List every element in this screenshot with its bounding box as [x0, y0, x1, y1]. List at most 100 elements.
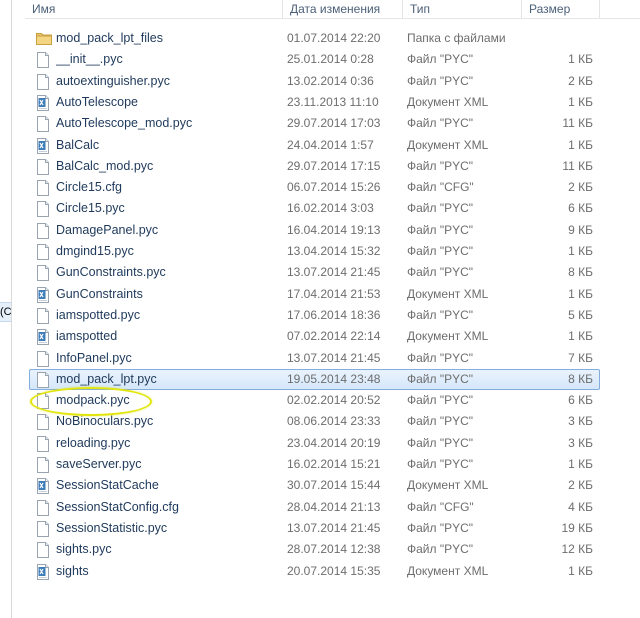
- file-name: GunConstraints.pyc: [56, 265, 166, 280]
- file-date-modified: 16.02.2014 3:03: [287, 201, 374, 216]
- file-icon: [36, 265, 50, 282]
- file-type: Документ XML: [407, 286, 489, 301]
- file-row[interactable]: DamagePanel.pyc 16.04.2014 19:13 Файл "PYC…: [29, 220, 600, 241]
- file-icon: [36, 499, 50, 516]
- file-name: mod_pack_lpt_files: [56, 31, 164, 45]
- file-row[interactable]: __init__.pyc 25.01.2014 0:28 Файл "PYC" 1 К…: [29, 49, 600, 70]
- file-name: SessionStatistic.pyc: [56, 520, 168, 535]
- file-row[interactable]: AutoTelescope_mod.pyc 29.07.2014 17:03 Фай…: [29, 113, 600, 134]
- navigation-pane-edge: (C:: [0, 0, 12, 618]
- file-row[interactable]: BalCalc_mod.pyc 29.07.2014 17:15 Файл "PYC…: [29, 156, 600, 177]
- file-row[interactable]: autoextinguisher.pyc 13.02.2014 0:36 Файл …: [29, 71, 600, 92]
- file-size: 11 КБ: [562, 116, 593, 131]
- file-size: 1 КБ: [568, 94, 593, 109]
- file-date-modified: 06.07.2014 15:26: [287, 180, 381, 195]
- file-type: Документ XML: [407, 478, 489, 493]
- file-row[interactable]: Circle15.cfg 06.07.2014 15:26 Файл "CFG" 2 …: [29, 177, 600, 198]
- file-date-modified: 23.11.2013 11:10: [287, 94, 379, 109]
- file-row[interactable]: GunConstraints.pyc 13.07.2014 21:45 Файл "…: [29, 262, 600, 283]
- column-header-name[interactable]: Имя: [25, 0, 283, 18]
- xml-file-icon: [36, 286, 50, 303]
- file-date-modified: 24.04.2014 1:57: [287, 137, 374, 152]
- file-name: InfoPanel.pyc: [56, 350, 132, 365]
- file-size: 3 КБ: [568, 435, 593, 450]
- highlight-ellipse-annotation: [30, 387, 152, 416]
- file-size: 3 КБ: [568, 414, 593, 429]
- file-icon: [36, 52, 50, 69]
- file-row[interactable]: SessionStatConfig.cfg 28.04.2014 21:13 Фай…: [29, 497, 600, 518]
- column-header-size[interactable]: Размер: [522, 0, 600, 18]
- file-row[interactable]: mod_pack_lpt_files 01.07.2014 22:20 Папка …: [29, 28, 600, 49]
- column-header-type[interactable]: Тип: [403, 0, 522, 18]
- file-name: sights: [56, 563, 89, 578]
- file-size: 1 КБ: [568, 286, 593, 301]
- file-type: Файл "PYC": [407, 307, 474, 322]
- file-icon: [36, 520, 50, 537]
- file-size: 6 КБ: [568, 201, 593, 216]
- file-date-modified: 23.04.2014 20:19: [287, 435, 381, 450]
- column-header-bar: Имя Дата изменения Тип Размер: [25, 0, 640, 19]
- file-row[interactable]: sights.pyc 28.07.2014 12:38 Файл "PYC" 12 К…: [29, 539, 600, 560]
- file-type: Файл "PYC": [407, 393, 474, 408]
- file-size: 12 КБ: [561, 542, 593, 557]
- file-type: Файл "PYC": [407, 435, 474, 450]
- file-row[interactable]: SessionStatCache 30.07.2014 15:44 Документ…: [29, 475, 600, 496]
- file-type: Файл "PYC": [407, 520, 474, 535]
- file-row[interactable]: iamspotted.pyc 17.06.2014 18:36 Файл "PYC"…: [29, 305, 600, 326]
- file-type: Файл "PYC": [407, 244, 474, 258]
- column-header-date[interactable]: Дата изменения: [283, 0, 403, 18]
- file-row[interactable]: mod_pack_lpt.pyc 19.05.2014 23:48 Файл "PY…: [29, 368, 600, 390]
- file-name: reloading.pyc: [56, 435, 131, 450]
- file-row[interactable]: Circle15.pyc 16.02.2014 3:03 Файл "PYC" 6 К…: [29, 198, 600, 219]
- file-row[interactable]: sights 20.07.2014 15:35 Документ XML 1 КБ: [29, 561, 600, 582]
- file-row[interactable]: saveServer.pyc 16.02.2014 15:21 Файл "PYC"…: [29, 454, 600, 475]
- file-size: [520, 29, 593, 48]
- file-size: 11 КБ: [562, 158, 593, 173]
- file-type: Файл "PYC": [407, 457, 474, 471]
- file-date-modified: 20.07.2014 15:35: [287, 563, 381, 578]
- file-size: 8 КБ: [568, 265, 593, 280]
- file-name: SessionStatCache: [56, 478, 159, 493]
- file-size: 8 КБ: [568, 371, 593, 386]
- file-size: 9 КБ: [568, 222, 593, 237]
- file-date-modified: 07.02.2014 22:14: [287, 329, 381, 344]
- file-date-modified: 30.07.2014 15:44: [287, 478, 381, 493]
- file-row[interactable]: iamspotted 07.02.2014 22:14 Документ XML 1 …: [29, 326, 600, 347]
- file-name: DamagePanel.pyc: [56, 222, 159, 237]
- file-icon: [36, 435, 50, 452]
- file-date-modified: 13.07.2014 21:45: [287, 265, 381, 280]
- file-row[interactable]: SessionStatistic.pyc 13.07.2014 21:45 Файл…: [29, 518, 600, 539]
- file-icon: [36, 542, 50, 559]
- file-size: 1 КБ: [568, 137, 593, 152]
- file-type: Файл "PYC": [407, 350, 474, 365]
- file-row[interactable]: AutoTelescope 23.11.2013 11:10 Документ XM…: [29, 92, 600, 113]
- file-name: BalCalc: [56, 137, 100, 152]
- file-name: dmgind15.pyc: [56, 244, 134, 258]
- file-date-modified: 13.07.2014 21:45: [287, 520, 381, 535]
- file-icon: [36, 73, 50, 90]
- file-icon: [36, 180, 50, 197]
- file-row[interactable]: reloading.pyc 23.04.2014 20:19 Файл "PYC" 3…: [29, 433, 600, 454]
- file-icon: [36, 244, 50, 260]
- file-type: Документ XML: [407, 137, 489, 152]
- file-icon: [36, 158, 50, 175]
- file-name: sights.pyc: [56, 542, 112, 557]
- file-type: Файл "PYC": [407, 158, 474, 173]
- file-name: SessionStatConfig.cfg: [56, 499, 179, 514]
- file-icon: [36, 307, 50, 324]
- file-date-modified: 25.01.2014 0:28: [287, 52, 374, 67]
- file-row[interactable]: dmgind15.pyc 13.04.2014 15:32 Файл "PYC" 1 …: [29, 241, 600, 262]
- file-type: Документ XML: [407, 563, 489, 578]
- file-row[interactable]: BalCalc 24.04.2014 1:57 Документ XML 1 КБ: [29, 135, 600, 156]
- nav-drive-item[interactable]: (C:: [0, 302, 11, 322]
- file-row[interactable]: InfoPanel.pyc 13.07.2014 21:45 Файл "PYC" 7…: [29, 348, 600, 369]
- file-size: 2 КБ: [568, 73, 593, 88]
- file-type: Файл "PYC": [407, 201, 474, 216]
- file-date-modified: 08.06.2014 23:33: [287, 414, 381, 429]
- file-type: Файл "PYC": [407, 542, 474, 557]
- file-date-modified: 02.02.2014 20:52: [287, 393, 381, 408]
- file-row[interactable]: GunConstraints 17.04.2014 21:53 Документ X…: [29, 284, 600, 305]
- xml-file-icon: [36, 329, 50, 346]
- xml-file-icon: [36, 94, 50, 111]
- file-type: Папка с файлами: [407, 31, 506, 45]
